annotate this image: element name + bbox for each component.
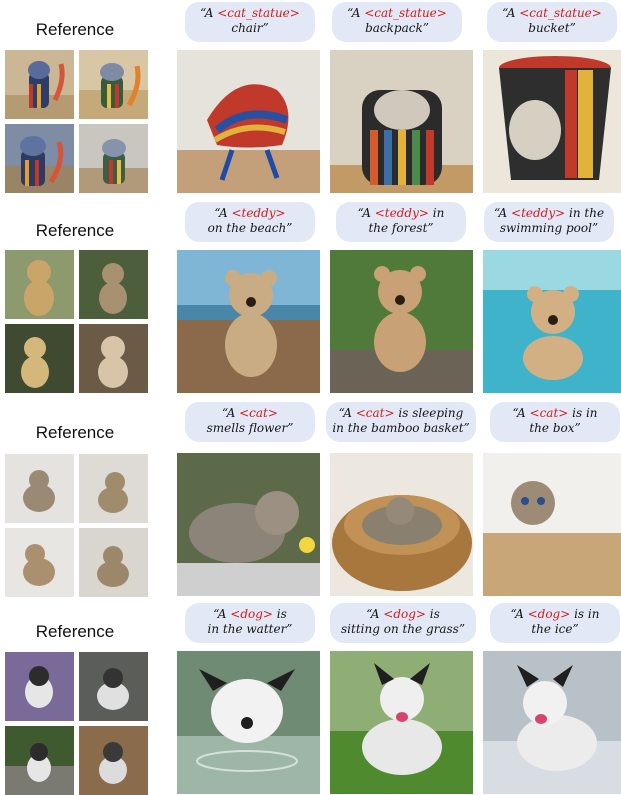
prompt-bubble: “A <cat> is in the box” [490, 402, 620, 442]
prompt-prefix: “A [213, 607, 231, 621]
row-cat-statue: Reference “A <cat_statue> chair” “A <cat… [0, 0, 621, 200]
prompt-token: <cat> [529, 406, 569, 420]
prompt-prefix: “A [502, 6, 520, 20]
prompt-prefix: “A [200, 6, 218, 20]
reference-image [5, 652, 74, 721]
prompt-token: <cat_statue> [364, 6, 447, 20]
generated-image-dog-water [177, 651, 320, 794]
prompt-suffix: is [425, 607, 440, 621]
prompt-bubble: “A <cat> smells flower” [185, 402, 315, 442]
prompt-prefix: “A [512, 406, 530, 420]
prompt-token: <dog> [383, 607, 426, 621]
generated-image-teddy-beach [177, 250, 320, 393]
prompt-line2: swimming pool” [499, 221, 599, 235]
generated-image-dog-grass [330, 651, 473, 794]
reference-image [79, 652, 148, 721]
prompt-prefix: “A [366, 607, 384, 621]
prompt-suffix: is [272, 607, 287, 621]
prompt-line2: the forest” [368, 221, 434, 235]
reference-label: Reference [35, 622, 115, 641]
prompt-bubble: “A <dog> is sitting on the grass” [330, 603, 476, 643]
generated-image-teddy-pool [483, 250, 621, 393]
prompt-prefix: “A [222, 406, 240, 420]
reference-label: Reference [35, 221, 115, 240]
reference-image [79, 726, 148, 795]
prompt-bubble: “A <teddy> in the forest” [336, 202, 466, 242]
prompt-bubble: “A <cat_statue> backpack” [332, 2, 462, 42]
reference-image-grid [5, 50, 148, 193]
reference-image-grid [5, 250, 148, 393]
reference-image [79, 124, 148, 193]
prompt-prefix: “A [357, 206, 375, 220]
prompt-line2: the ice” [531, 622, 579, 636]
reference-label: Reference [35, 20, 115, 39]
prompt-bubble: “A <teddy> in the swimming pool” [484, 202, 614, 242]
prompt-line2: backpack” [365, 21, 429, 35]
prompt-token: <cat_statue> [519, 6, 602, 20]
prompt-bubble: “A <cat> is sleeping in the bamboo baske… [326, 402, 476, 442]
prompt-line2: bucket” [528, 21, 576, 35]
row-dog: Reference “A <dog> is in the watter” “A … [0, 600, 621, 795]
reference-image-grid [5, 652, 148, 795]
prompt-token: <cat> [355, 406, 395, 420]
prompt-suffix: in [428, 206, 445, 220]
reference-label: Reference [35, 423, 115, 442]
generated-image-chair [177, 50, 320, 193]
prompt-line2: in the watter” [207, 622, 293, 636]
prompt-suffix: is in [570, 607, 600, 621]
prompt-bubble: “A <teddy> on the beach” [185, 202, 315, 242]
prompt-line2: in the bamboo basket” [332, 421, 470, 435]
generated-image-bucket [483, 50, 621, 193]
prompt-line2: the box” [529, 421, 581, 435]
prompt-prefix: “A [338, 406, 356, 420]
row-teddy: Reference “A <teddy> on the beach” “A <t… [0, 200, 621, 400]
generated-image-teddy-forest [330, 250, 473, 393]
reference-image [79, 50, 148, 119]
generated-image-cat-basket [330, 453, 473, 596]
generated-image-dog-ice [483, 651, 621, 794]
prompt-token: <cat_statue> [217, 6, 300, 20]
row-cat: Reference “A <cat> smells flower” “A <ca… [0, 400, 621, 600]
reference-image [5, 50, 74, 119]
prompt-token: <dog> [230, 607, 273, 621]
prompt-prefix: “A [214, 206, 232, 220]
prompt-token: <teddy> [231, 206, 286, 220]
reference-image [79, 454, 148, 523]
reference-image [5, 250, 74, 319]
reference-image [79, 528, 148, 597]
reference-image [5, 324, 74, 393]
prompt-token: <dog> [527, 607, 571, 621]
reference-image [79, 250, 148, 319]
prompt-suffix: is in [568, 406, 598, 420]
prompt-bubble: “A <cat_statue> bucket” [487, 2, 617, 42]
prompt-line2: on the beach” [207, 221, 293, 235]
prompt-prefix: “A [347, 6, 365, 20]
reference-image [79, 324, 148, 393]
prompt-prefix: “A [493, 206, 512, 220]
prompt-bubble: “A <dog> is in the ice” [490, 603, 620, 643]
generated-image-backpack [330, 50, 473, 193]
prompt-token: <teddy> [374, 206, 429, 220]
prompt-line2: sitting on the grass” [341, 622, 465, 636]
prompt-bubble: “A <dog> is in the watter” [185, 603, 315, 643]
reference-image [5, 124, 74, 193]
prompt-prefix: “A [510, 607, 528, 621]
prompt-line2: chair” [231, 21, 269, 35]
prompt-token: <teddy> [511, 206, 566, 220]
generated-image-cat-box [483, 453, 621, 596]
prompt-token: <cat> [239, 406, 278, 420]
prompt-bubble: “A <cat_statue> chair” [185, 2, 315, 42]
generated-image-cat-flower [177, 453, 320, 596]
prompt-suffix: in the [565, 206, 605, 220]
prompt-suffix: is sleeping [394, 406, 464, 420]
reference-image-grid [5, 454, 148, 597]
reference-image [5, 454, 74, 523]
reference-image [5, 726, 74, 795]
prompt-line2: smells flower” [206, 421, 294, 435]
reference-image [5, 528, 74, 597]
